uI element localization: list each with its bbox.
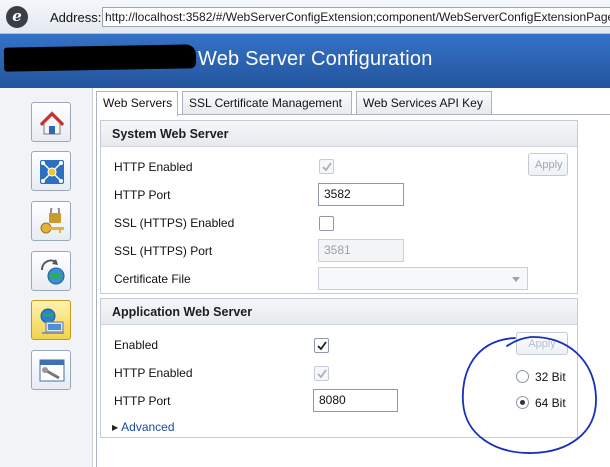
system-apply-button[interactable]: Apply [528,153,568,176]
app-http-enabled-label: HTTP Enabled [114,366,193,380]
sidebar-item-network[interactable] [31,151,71,191]
sidebar-item-services[interactable] [31,251,71,291]
sidebar [0,88,93,467]
app-enabled-label: Enabled [114,338,159,352]
system-http-enabled-checkbox[interactable] [319,159,334,174]
ssl-enabled-checkbox[interactable] [319,216,334,231]
web-server-icon [40,308,64,334]
checkmark-icon [322,162,332,172]
app-http-port-input[interactable]: 8080 [313,389,398,412]
system-http-port-input[interactable]: 3582 [318,183,404,206]
sidebar-item-settings[interactable] [31,350,71,390]
http-port-label: HTTP Port [114,188,171,202]
ssl-port-input[interactable]: 3581 [318,239,404,262]
lock-key-icon [40,208,64,234]
browser-logo-icon: e [6,6,28,28]
certificate-file-dropdown[interactable] [318,267,528,290]
sidebar-item-security[interactable] [31,201,71,241]
sidebar-item-home[interactable] [31,102,71,142]
tab-web-services-api-key[interactable]: Web Services API Key [356,91,492,115]
http-enabled-label: HTTP Enabled [114,160,193,174]
tab-web-servers[interactable]: Web Servers [96,91,178,116]
section-title: System Web Server [101,121,577,147]
sidebar-item-web-server[interactable] [31,300,71,340]
redacted-product-name [3,44,197,72]
settings-window-icon [39,359,65,382]
network-icon [40,160,64,184]
section-title: Application Web Server [101,299,577,325]
ssl-enabled-label: SSL (HTTPS) Enabled [114,216,235,230]
annotation-circle [461,336,597,454]
certificate-file-label: Certificate File [114,272,191,286]
app-enabled-checkbox[interactable] [314,338,329,353]
chevron-down-icon [512,277,520,282]
app-http-enabled-checkbox[interactable] [314,366,329,381]
browser-address-bar: e Address: http://localhost:3582/#/WebSe… [0,0,610,34]
triangle-right-icon: ▶ [112,423,119,432]
home-icon [39,111,65,135]
tab-ssl-certificate-management[interactable]: SSL Certificate Management [182,91,352,115]
globe-sync-icon [41,259,65,285]
page-title: Web Server Configuration [198,48,433,70]
url-input[interactable]: http://localhost:3582/#/WebServerConfigE… [102,7,610,27]
address-label: Address: [50,10,102,25]
app-header: Web Server Configuration [0,34,610,88]
ssl-port-label: SSL (HTTPS) Port [114,244,213,258]
app-http-port-label: HTTP Port [114,394,171,408]
advanced-toggle[interactable]: ▶ Advanced [112,420,175,434]
checkmark-icon [317,369,327,379]
advanced-link[interactable]: Advanced [121,420,174,434]
checkmark-icon [317,341,327,351]
